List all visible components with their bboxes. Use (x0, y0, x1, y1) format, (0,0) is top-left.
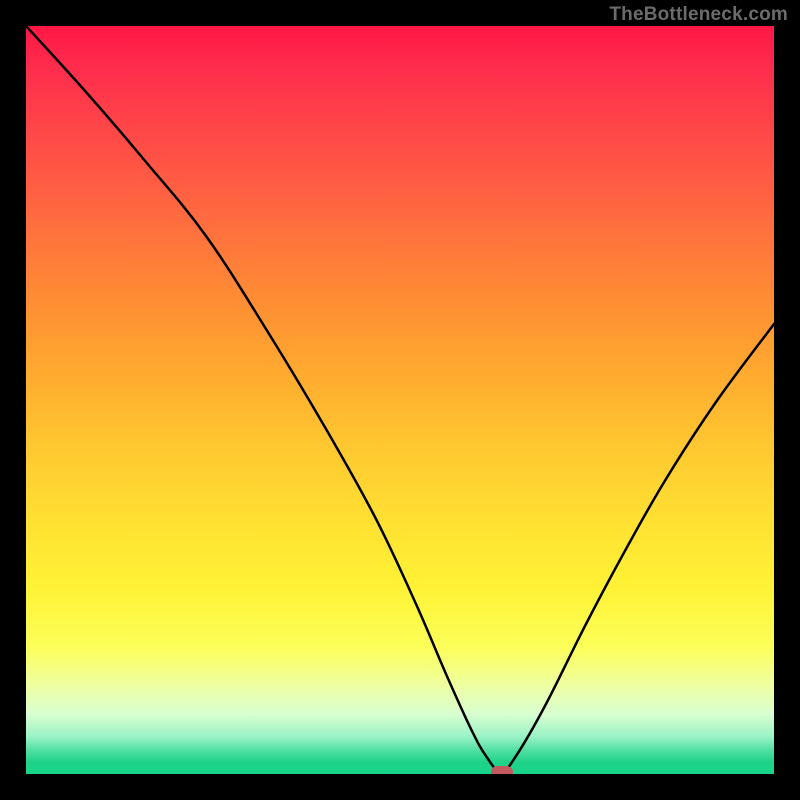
chart-stage: TheBottleneck.com (0, 0, 800, 800)
plot-area (26, 26, 774, 774)
watermark-text: TheBottleneck.com (609, 4, 788, 26)
optimal-point-marker (491, 766, 513, 774)
gradient-background (26, 26, 774, 774)
